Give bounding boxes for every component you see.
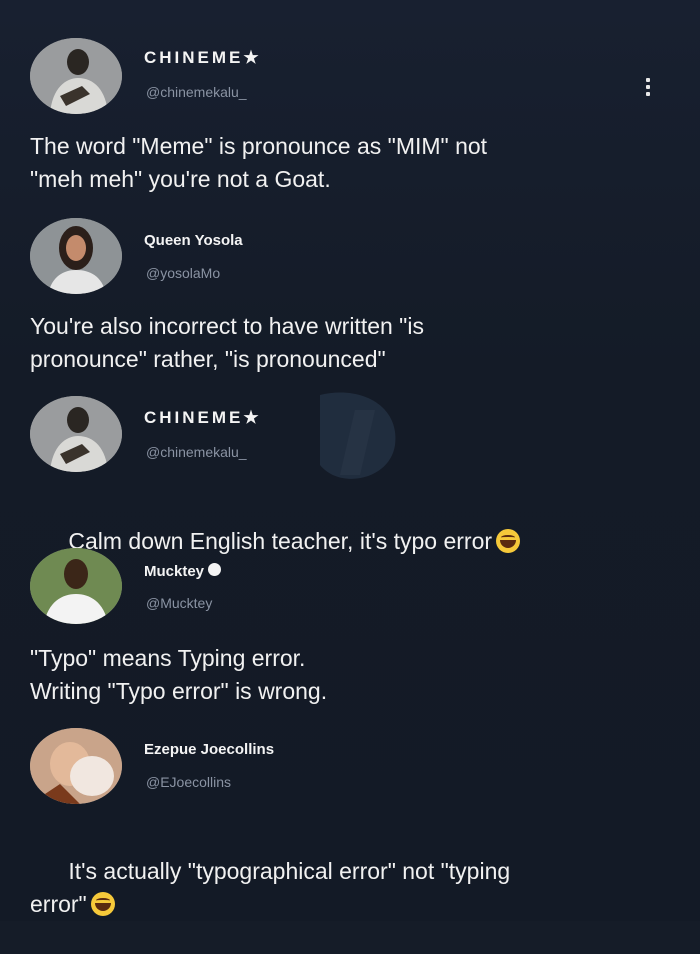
man-portrait-avatar <box>30 38 122 114</box>
woman-portrait-avatar <box>30 218 122 294</box>
comment-text-content: Calm down English teacher, it's typo err… <box>68 528 493 554</box>
baby-portrait-avatar <box>30 728 122 804</box>
user-handle[interactable]: @Mucktey <box>146 595 212 611</box>
user-name[interactable]: Ezepue Joecollins <box>144 741 274 758</box>
user-name[interactable]: CHINEME★ <box>144 48 259 68</box>
laughing-emoji-icon <box>496 529 521 553</box>
avatar[interactable] <box>30 728 122 804</box>
star-icon: ★ <box>243 408 259 427</box>
more-options-icon[interactable] <box>646 78 652 100</box>
user-handle[interactable]: @EJoecollins <box>146 774 231 790</box>
comment-thread: CHINEME★ @chinemekalu_ The word "Meme" i… <box>0 0 700 921</box>
comment-text: Calm down English teacher, it's typo err… <box>30 492 670 591</box>
comment-text: "Typo" means Typing error. Writing "Typo… <box>30 645 328 704</box>
verified-badge-icon <box>208 563 222 576</box>
avatar[interactable] <box>30 218 122 294</box>
star-icon: ★ <box>243 48 259 67</box>
avatar[interactable] <box>30 548 122 624</box>
comment-text: The word "Meme" is pronounce as "MIM" no… <box>30 133 488 192</box>
comment-text: You're also incorrect to have written "i… <box>30 313 424 372</box>
avatar[interactable] <box>30 396 122 472</box>
user-handle[interactable]: @chinemekalu_ <box>146 444 247 460</box>
watermark-logo <box>320 392 396 479</box>
user-handle[interactable]: @yosolaMo <box>146 265 220 281</box>
man-portrait-avatar <box>30 396 122 472</box>
user-handle[interactable]: @chinemekalu_ <box>146 84 247 100</box>
grinning-emoji-icon <box>90 892 115 916</box>
user-name[interactable]: CHINEME★ <box>144 408 259 428</box>
comment-text: It's actually "typographical error" not … <box>30 822 670 954</box>
user-name[interactable]: Mucktey <box>144 563 222 580</box>
man-white-shirt-avatar <box>30 548 122 624</box>
user-name[interactable]: Queen Yosola <box>144 232 243 249</box>
avatar[interactable] <box>30 38 122 114</box>
